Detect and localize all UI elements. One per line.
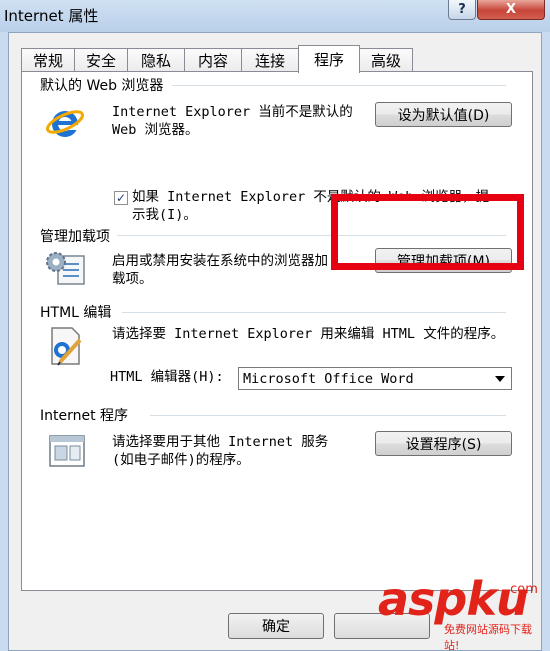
group-divider xyxy=(172,85,506,86)
internet-programs-text-line1: 请选择要用于其他 Internet 服务 xyxy=(112,434,329,450)
group-divider xyxy=(150,415,506,416)
help-icon: ? xyxy=(458,2,466,17)
button-label: 确定 xyxy=(262,619,290,635)
manage-addons-button[interactable]: 管理加载项(M) xyxy=(375,248,512,273)
addons-text-line1: 启用或禁用安装在系统中的浏览器加 xyxy=(112,253,328,269)
tab-programs[interactable]: 程序 xyxy=(298,45,360,73)
tab-label: 安全 xyxy=(85,52,116,70)
watermark-brand: aspku xyxy=(378,572,529,626)
default-browser-title: 默认的 Web 浏览器 xyxy=(40,75,170,95)
close-button[interactable]: X xyxy=(477,0,545,20)
ok-button[interactable]: 确定 xyxy=(228,613,324,639)
button-label: 设为默认值(D) xyxy=(397,107,490,124)
html-editing-text: 请选择要 Internet Explorer 用来编辑 HTML 文件的程序。 xyxy=(112,326,505,342)
default-browser-text-line1: Internet Explorer 当前不是默认的 xyxy=(112,104,353,120)
tab-general[interactable]: 常规 xyxy=(21,48,75,72)
tab-content[interactable]: 内容 xyxy=(184,48,242,72)
internet-programs-icon xyxy=(49,435,85,467)
button-label: 设置程序(S) xyxy=(405,436,482,453)
html-editor-icon xyxy=(51,327,82,366)
site-watermark: aspku .com 免费网站源码下载站! xyxy=(378,572,546,651)
internet-explorer-icon xyxy=(46,110,84,137)
watermark-slogan: 免费网站源码下载站! xyxy=(444,623,532,651)
help-button[interactable]: ? xyxy=(448,0,476,20)
addons-title: 管理加载项 xyxy=(40,226,116,246)
programs-panel: 默认的 Web 浏览器 Internet Explorer 当前不是默认的 We… xyxy=(21,71,533,591)
html-editor-label: HTML 编辑器(H): xyxy=(110,369,224,385)
group-divider xyxy=(122,312,506,313)
prompt-default-label-line1[interactable]: 如果 Internet Explorer 不是默认的 Web 浏览器，提 xyxy=(132,189,489,206)
html-editor-select[interactable]: Microsoft Office Word xyxy=(238,367,512,390)
default-browser-text-line2: Web 浏览器。 xyxy=(112,122,199,138)
check-icon: ✓ xyxy=(115,191,127,205)
tab-label: 隐私 xyxy=(140,52,171,70)
tab-strip: 常规 安全 隐私 内容 连接 程序 高级 xyxy=(21,44,413,73)
tab-label: 内容 xyxy=(197,52,228,70)
close-icon: X xyxy=(505,2,517,17)
title-bar: Internet 属性 ? X xyxy=(0,0,550,32)
window-title: Internet 属性 xyxy=(4,7,99,25)
addons-text-line2: 载项。 xyxy=(112,271,153,287)
chevron-down-icon xyxy=(495,376,505,382)
tab-privacy[interactable]: 隐私 xyxy=(127,48,185,72)
html-editing-title: HTML 编辑 xyxy=(40,302,118,322)
tab-security[interactable]: 安全 xyxy=(74,48,128,72)
set-programs-button[interactable]: 设置程序(S) xyxy=(375,431,512,456)
button-label: 管理加载项(M) xyxy=(396,253,490,270)
set-default-button[interactable]: 设为默认值(D) xyxy=(375,102,512,127)
internet-programs-title: Internet 程序 xyxy=(40,405,135,425)
prompt-default-label-line2[interactable]: 示我(I)。 xyxy=(132,207,197,224)
tab-label: 程序 xyxy=(313,51,344,69)
internet-options-dialog: 常规 安全 隐私 内容 连接 程序 高级 默认的 Web 浏览器 Interne… xyxy=(8,32,542,651)
tab-label: 连接 xyxy=(254,52,285,70)
tab-connections[interactable]: 连接 xyxy=(241,48,299,72)
select-value: Microsoft Office Word xyxy=(243,370,414,387)
tab-label: 常规 xyxy=(32,52,63,70)
addons-gear-icon xyxy=(46,252,85,285)
internet-programs-text-line2: (如电子邮件)的程序。 xyxy=(112,452,250,468)
group-divider xyxy=(117,235,506,236)
prompt-default-checkbox[interactable]: ✓ xyxy=(114,191,128,205)
watermark-domain: .com xyxy=(506,582,538,597)
tab-label: 高级 xyxy=(370,52,401,70)
tab-advanced[interactable]: 高级 xyxy=(359,48,413,72)
